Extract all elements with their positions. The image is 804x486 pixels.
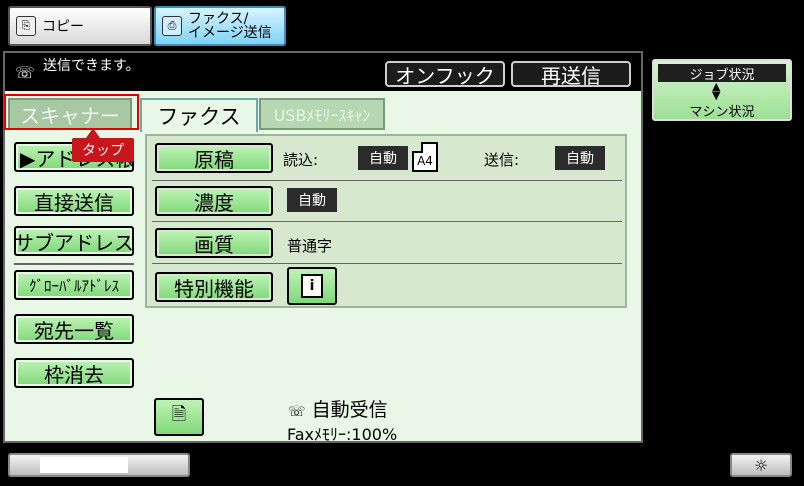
status-bar: ☏ 送信できます。 オンフック 再送信 xyxy=(5,53,641,91)
progress-bar xyxy=(8,453,190,477)
onhook-button[interactable]: オンフック xyxy=(385,61,505,88)
tap-hint-arrow xyxy=(86,128,100,138)
copy-mode-tab[interactable]: ⎘ コピー xyxy=(8,6,152,46)
read-value: 自動 xyxy=(358,146,408,170)
fax-mode-label: ファクス/ イメージ送信 xyxy=(188,11,272,41)
status-message: 送信できます。 xyxy=(43,58,140,74)
fax-image-icon: ⎙ xyxy=(162,16,182,36)
quality-button[interactable]: 画質 xyxy=(155,228,273,258)
quality-value: 普通字 xyxy=(287,237,333,255)
progress-fill xyxy=(40,457,128,473)
tab-usb-memory-scan[interactable]: USBﾒﾓﾘｰｽｷｬﾝ xyxy=(259,98,385,130)
job-status-button[interactable]: ジョブ状況 ▲ ▼ マシン状況 xyxy=(652,59,792,121)
send-settings-icon-button[interactable]: 🗎 xyxy=(154,398,204,436)
sun-icon: ☼ xyxy=(753,455,769,475)
frame-erase-button[interactable]: 枠消去 xyxy=(14,358,134,388)
auto-receive-status: ☏ 自動受信 xyxy=(288,399,388,421)
document-arrow-icon: 🗎 xyxy=(171,404,187,425)
left-divider xyxy=(14,263,134,265)
info-button[interactable]: i xyxy=(287,267,337,305)
machine-status-label: マシン状況 xyxy=(689,105,755,120)
send-label: 送信: xyxy=(484,151,520,169)
tab-scanner-highlight xyxy=(4,94,139,130)
original-button[interactable]: 原稿 xyxy=(155,143,273,173)
sub-address-button[interactable]: サブアドレス xyxy=(14,226,134,256)
copy-icon: ⎘ xyxy=(16,16,36,36)
density-value: 自動 xyxy=(287,188,337,212)
density-button[interactable]: 濃度 xyxy=(155,186,273,216)
paper-size-icon: A4 xyxy=(412,142,438,172)
row-divider xyxy=(152,180,622,181)
global-address-button[interactable]: ｸﾞﾛｰﾊﾞﾙｱﾄﾞﾚｽ xyxy=(14,270,134,300)
destination-list-button[interactable]: 宛先一覧 xyxy=(14,314,134,344)
paper-size-value: A4 xyxy=(417,154,433,168)
row-divider xyxy=(152,221,622,222)
job-status-label: ジョブ状況 xyxy=(658,64,786,83)
resend-button[interactable]: 再送信 xyxy=(511,61,631,88)
swap-arrows-icon: ▲ ▼ xyxy=(712,80,721,102)
special-function-button[interactable]: 特別機能 xyxy=(155,272,273,302)
brightness-button[interactable]: ☼ xyxy=(730,453,792,477)
copy-mode-label: コピー xyxy=(42,19,84,35)
receive-phone-icon: ☏ xyxy=(288,404,306,420)
send-value: 自動 xyxy=(555,146,605,170)
tap-hint-label: タップ xyxy=(72,138,134,162)
row-divider xyxy=(152,263,622,264)
read-label: 読込: xyxy=(283,151,319,169)
phone-icon: ☏ xyxy=(15,63,36,82)
tab-fax[interactable]: ファクス xyxy=(140,98,258,132)
fax-memory-status: Faxﾒﾓﾘｰ:100% xyxy=(287,425,398,444)
fax-image-send-mode-tab[interactable]: ⎙ ファクス/ イメージ送信 xyxy=(154,6,286,46)
direct-send-button[interactable]: 直接送信 xyxy=(14,186,134,216)
info-icon: i xyxy=(301,274,323,298)
